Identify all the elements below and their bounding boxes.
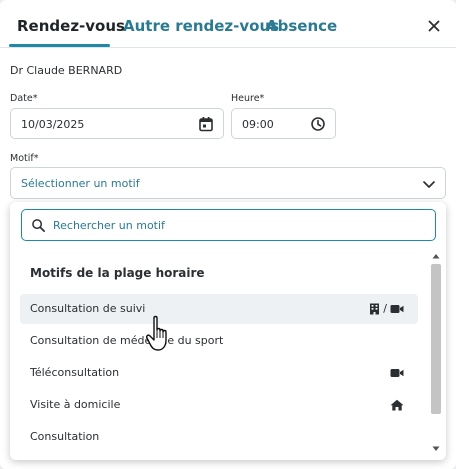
option-consultation-de-suivi[interactable]: Consultation de suivi /: [20, 294, 418, 324]
tab-rendez-vous[interactable]: Rendez-vous: [17, 17, 125, 35]
option-label: Visite à domicile: [30, 398, 121, 411]
option-label: Consultation de médecine du sport: [30, 334, 224, 347]
option-icons: [390, 367, 404, 379]
dropdown-scrollbar[interactable]: [429, 250, 443, 456]
option-icons: /: [369, 303, 404, 315]
tab-absence[interactable]: Absence: [266, 17, 337, 35]
option-consultation-medecine-sport[interactable]: Consultation de médecine du sport: [20, 326, 418, 356]
time-label: Heure*: [231, 93, 265, 104]
reason-select[interactable]: Sélectionner un motif: [10, 167, 446, 199]
close-icon[interactable]: [426, 18, 442, 34]
appointment-dialog: Rendez-vous Autre rendez-vous Absence Dr…: [0, 0, 456, 469]
reason-search-input[interactable]: [53, 216, 423, 234]
option-icon-separator: /: [383, 302, 387, 315]
scroll-thumb[interactable]: [431, 264, 441, 414]
option-icons: [390, 399, 404, 411]
hand-cursor-icon: [146, 315, 167, 351]
reason-label: Motif*: [10, 153, 39, 164]
option-consultation[interactable]: Consultation: [20, 422, 418, 452]
date-value: 10/03/2025: [21, 118, 85, 131]
tab-bar: Rendez-vous Autre rendez-vous Absence: [0, 0, 456, 48]
tab-autre-rendez-vous[interactable]: Autre rendez-vous: [123, 17, 279, 35]
reason-search[interactable]: [21, 209, 436, 241]
doctor-name: Dr Claude BERNARD: [10, 64, 123, 77]
building-icon: [370, 303, 380, 315]
reason-dropdown: Motifs de la plage horaire Consultation …: [10, 202, 446, 460]
time-value: 09:00: [242, 118, 274, 131]
scroll-down-arrow-icon[interactable]: [432, 446, 440, 452]
search-icon: [32, 219, 45, 232]
option-label: Téléconsultation: [30, 366, 120, 379]
option-label: Consultation de suivi: [30, 302, 146, 315]
video-icon: [390, 369, 404, 377]
option-visite-a-domicile[interactable]: Visite à domicile: [20, 390, 418, 420]
video-icon: [390, 305, 404, 313]
home-icon: [390, 399, 404, 411]
calendar-icon[interactable]: [198, 116, 214, 132]
chevron-down-icon[interactable]: [421, 176, 437, 192]
date-field[interactable]: 10/03/2025: [10, 108, 224, 139]
reason-placeholder: Sélectionner un motif: [21, 177, 140, 190]
option-label: Consultation: [30, 430, 100, 443]
option-group-title: Motifs de la plage horaire: [30, 266, 205, 280]
active-tab-indicator: [9, 44, 110, 47]
date-label: Date*: [10, 93, 38, 104]
clock-icon: [311, 117, 325, 131]
time-field[interactable]: 09:00: [231, 108, 336, 139]
option-teleconsultation[interactable]: Téléconsultation: [20, 358, 418, 388]
scroll-up-arrow-icon[interactable]: [432, 253, 440, 259]
